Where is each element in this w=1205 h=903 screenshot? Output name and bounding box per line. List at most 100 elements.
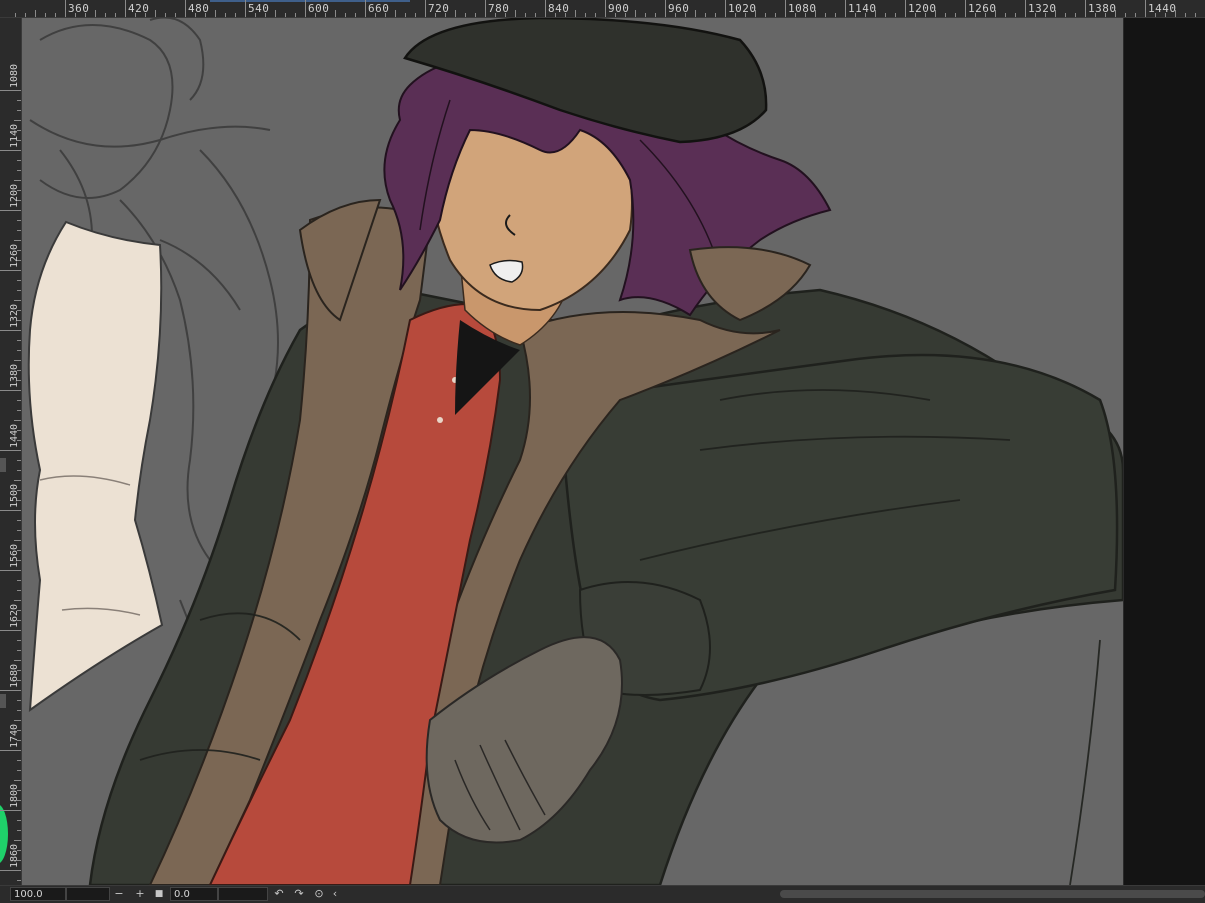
color-indicator-icon[interactable] bbox=[0, 804, 8, 864]
ruler-minor-tick bbox=[1175, 10, 1176, 17]
ruler-minor-tick bbox=[735, 13, 736, 17]
ruler-minor-tick bbox=[825, 13, 826, 17]
ruler-minor-tick bbox=[55, 13, 56, 17]
ruler-minor-tick bbox=[1035, 13, 1036, 17]
zoom-out-button[interactable]: − bbox=[112, 887, 126, 901]
ruler-minor-tick bbox=[195, 13, 196, 17]
ruler-label: 1200 bbox=[9, 183, 20, 208]
ruler-major-tick bbox=[0, 570, 21, 571]
horizontal-scrollbar[interactable] bbox=[780, 890, 1205, 898]
ruler-major-tick bbox=[0, 90, 21, 91]
ruler-major-tick bbox=[605, 0, 606, 17]
ruler-minor-tick bbox=[945, 13, 946, 17]
ruler-label: 1380 bbox=[9, 363, 20, 388]
ruler-minor-tick bbox=[415, 13, 416, 17]
ruler-minor-tick bbox=[17, 650, 21, 651]
ruler-minor-tick bbox=[335, 10, 336, 17]
ruler-major-tick bbox=[965, 0, 966, 17]
ruler-minor-tick bbox=[375, 13, 376, 17]
ruler-minor-tick bbox=[17, 350, 21, 351]
ruler-minor-tick bbox=[655, 13, 656, 17]
ruler-minor-tick bbox=[75, 13, 76, 17]
ruler-marker bbox=[0, 694, 6, 708]
ruler-minor-tick bbox=[265, 13, 266, 17]
ruler-minor-tick bbox=[595, 13, 596, 17]
ruler-minor-tick bbox=[115, 13, 116, 17]
rotation-slider[interactable] bbox=[218, 887, 268, 901]
top-ruler[interactable]: 360 420 480 540 600 660 720 780 840 900 960 1020 108… bbox=[0, 0, 1205, 18]
zoom-in-button[interactable]: + bbox=[133, 887, 147, 901]
status-bar: 100.0 − + ■ 0.0 ↶ ↷ ⊙ ‹ bbox=[0, 885, 1205, 903]
ruler-label: 1620 bbox=[9, 603, 20, 628]
ruler-minor-tick bbox=[535, 13, 536, 17]
ruler-minor-tick bbox=[17, 280, 21, 281]
ruler-major-tick bbox=[65, 0, 66, 17]
ruler-minor-tick bbox=[17, 820, 21, 821]
ruler-minor-tick bbox=[685, 13, 686, 17]
ruler-major-tick bbox=[0, 330, 21, 331]
ruler-label: 1800 bbox=[9, 783, 20, 808]
ruler-minor-tick bbox=[1055, 10, 1056, 17]
ruler-label: 1080 bbox=[788, 2, 817, 15]
ruler-minor-tick bbox=[445, 13, 446, 17]
drawing-app: 360 420 480 540 600 660 720 780 840 900 960 1020 108… bbox=[0, 0, 1205, 903]
zoom-input[interactable]: 100.0 bbox=[10, 887, 66, 901]
collapse-icon[interactable]: ‹ bbox=[328, 887, 342, 901]
ruler-minor-tick bbox=[715, 13, 716, 17]
ruler-minor-tick bbox=[565, 13, 566, 17]
ruler-label: 1020 bbox=[728, 2, 757, 15]
stop-icon[interactable]: ■ bbox=[152, 887, 166, 901]
ruler-minor-tick bbox=[975, 13, 976, 17]
ruler-minor-tick bbox=[14, 360, 21, 361]
ruler-major-tick bbox=[905, 0, 906, 17]
reset-rotation-icon[interactable]: ⊙ bbox=[312, 887, 326, 901]
ruler-minor-tick bbox=[17, 460, 21, 461]
ruler-minor-tick bbox=[165, 13, 166, 17]
ruler-major-tick bbox=[545, 0, 546, 17]
ruler-minor-tick bbox=[755, 10, 756, 17]
ruler-label: 1320 bbox=[1028, 2, 1057, 15]
ruler-minor-tick bbox=[555, 13, 556, 17]
ruler-label: 840 bbox=[548, 2, 570, 15]
ruler-minor-tick bbox=[205, 13, 206, 17]
zoom-slider[interactable] bbox=[66, 887, 110, 901]
ruler-minor-tick bbox=[17, 760, 21, 761]
drawing-canvas[interactable] bbox=[22, 18, 1123, 885]
ruler-minor-tick bbox=[1015, 13, 1016, 17]
ruler-label: 1680 bbox=[9, 663, 20, 688]
left-ruler[interactable]: 1080 1140 1200 1260 1320 1380 1440 1500 1560 1620… bbox=[0, 18, 22, 885]
ruler-minor-tick bbox=[615, 13, 616, 17]
ruler-minor-tick bbox=[815, 10, 816, 17]
ruler-minor-tick bbox=[695, 10, 696, 17]
ruler-label: 1740 bbox=[9, 723, 20, 748]
ruler-minor-tick bbox=[285, 13, 286, 17]
ruler-minor-tick bbox=[475, 13, 476, 17]
ruler-minor-tick bbox=[805, 13, 806, 17]
ruler-minor-tick bbox=[95, 10, 96, 17]
ruler-minor-tick bbox=[14, 120, 21, 121]
ruler-major-tick bbox=[725, 0, 726, 17]
rotation-input[interactable]: 0.0 bbox=[170, 887, 218, 901]
ruler-minor-tick bbox=[14, 300, 21, 301]
ruler-minor-tick bbox=[865, 13, 866, 17]
ruler-minor-tick bbox=[295, 13, 296, 17]
shirt-button bbox=[437, 417, 443, 423]
ruler-minor-tick bbox=[955, 13, 956, 17]
ruler-minor-tick bbox=[315, 13, 316, 17]
ruler-major-tick bbox=[0, 450, 21, 451]
ruler-minor-tick bbox=[45, 13, 46, 17]
rotate-ccw-icon[interactable]: ↶ bbox=[272, 887, 286, 901]
ruler-major-tick bbox=[305, 0, 306, 17]
ruler-minor-tick bbox=[1195, 13, 1196, 17]
ruler-label: 1440 bbox=[1148, 2, 1177, 15]
ruler-major-tick bbox=[1025, 0, 1026, 17]
ruler-minor-tick bbox=[215, 10, 216, 17]
ruler-minor-tick bbox=[105, 13, 106, 17]
ruler-label: 1560 bbox=[9, 543, 20, 568]
ruler-minor-tick bbox=[895, 13, 896, 17]
ruler-minor-tick bbox=[135, 13, 136, 17]
ruler-major-tick bbox=[365, 0, 366, 17]
ruler-minor-tick bbox=[14, 720, 21, 721]
rotate-cw-icon[interactable]: ↷ bbox=[292, 887, 306, 901]
ruler-label: 900 bbox=[608, 2, 630, 15]
